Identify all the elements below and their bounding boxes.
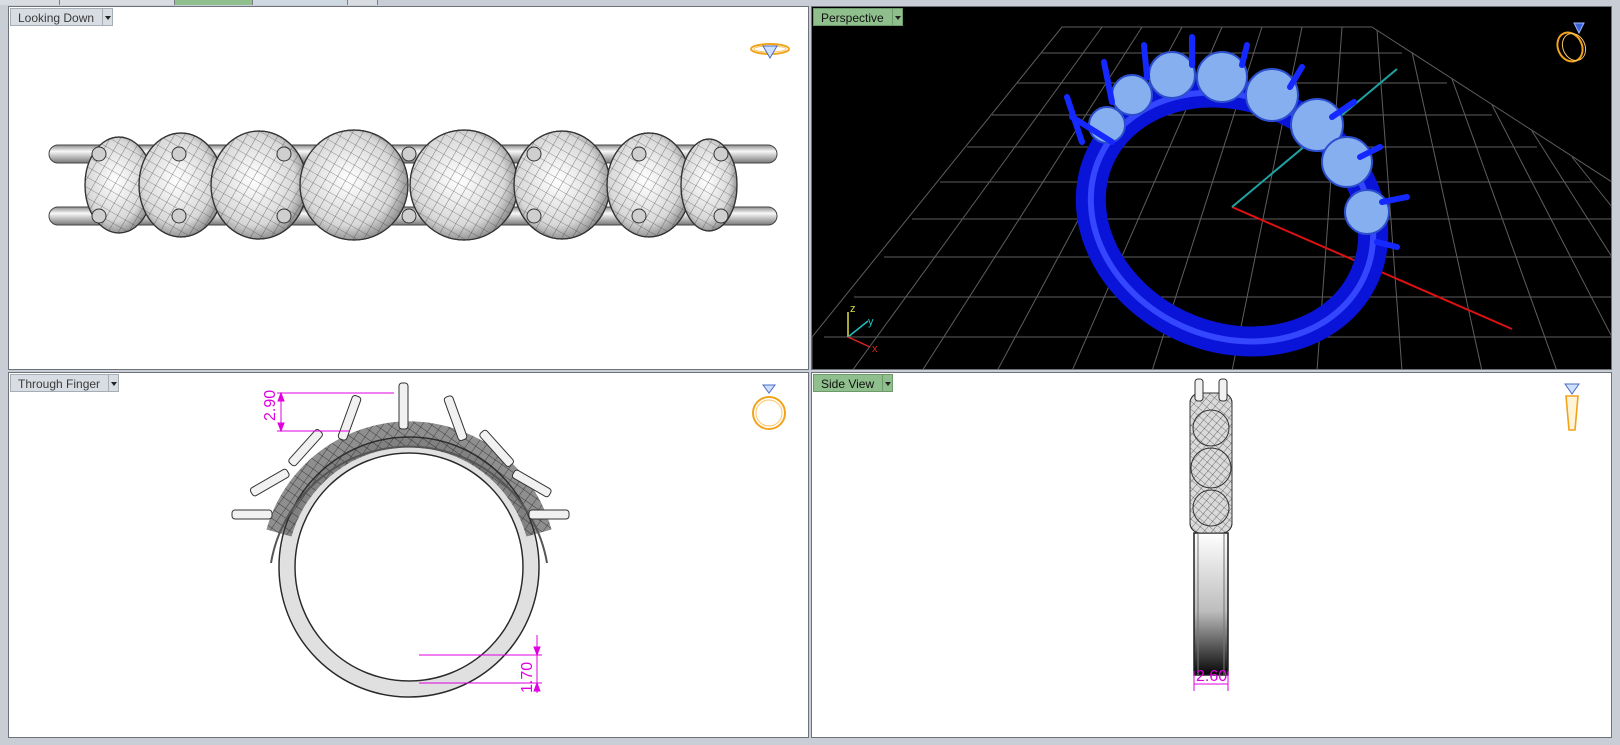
ring-side-orientation-icon: [1564, 383, 1580, 431]
ring-perspective-orientation-icon: [1556, 22, 1587, 63]
viewport-title-bar[interactable]: Side View: [813, 374, 894, 392]
viewport-looking-down[interactable]: Looking Down: [8, 6, 809, 370]
viewport-title[interactable]: Side View: [813, 374, 883, 392]
viewport-title[interactable]: Perspective: [813, 8, 892, 26]
viewport-menu-dropdown[interactable]: [102, 8, 114, 26]
viewport-menu-dropdown[interactable]: [891, 8, 903, 26]
axis-gizmo: z y x: [847, 303, 878, 355]
viewport-side-view[interactable]: Side View 2.60: [811, 372, 1612, 738]
ring-side-view-drawing: 2.60: [1189, 378, 1233, 691]
viewport-title-bar[interactable]: Perspective: [813, 8, 903, 26]
ring-front-view-drawing: 2.90 1.70: [231, 382, 570, 698]
viewport-tab[interactable]: [253, 0, 348, 5]
viewport-menu-dropdown[interactable]: [108, 374, 120, 392]
ring-top-view-drawing: [48, 129, 778, 241]
axis-label-y: y: [868, 316, 874, 328]
viewport-menu-dropdown[interactable]: [882, 374, 894, 392]
rhino-workspace: Looking Down Perspective z y x Through F…: [0, 0, 1620, 745]
blue-ring-model: [1064, 34, 1410, 357]
axis-label-x: x: [872, 343, 878, 355]
viewport-through-finger[interactable]: Through Finger 2.90 1.70: [8, 372, 809, 738]
dimension-shank-width: 2.60: [1196, 668, 1227, 685]
viewport-tab[interactable]: [348, 0, 378, 5]
viewport-title[interactable]: Through Finger: [10, 374, 109, 392]
viewport-tab[interactable]: [0, 0, 60, 5]
ring-front-orientation-icon: [752, 384, 786, 430]
dimension-shank-thickness: 1.70: [519, 662, 536, 693]
viewport-tab[interactable]: [60, 0, 175, 5]
viewport-tab[interactable]: [175, 0, 253, 5]
viewport-title-bar[interactable]: Through Finger: [10, 374, 120, 392]
viewport-title[interactable]: Looking Down: [10, 8, 103, 26]
viewport-perspective[interactable]: Perspective z y x: [811, 6, 1612, 370]
viewport-tabstrip: [0, 0, 1620, 5]
ring-top-orientation-icon: [750, 43, 790, 59]
ring-perspective-drawing: z y x: [812, 26, 1611, 369]
dimension-prong-height: 2.90: [262, 390, 279, 421]
axis-label-z: z: [850, 303, 856, 315]
viewport-title-bar[interactable]: Looking Down: [10, 8, 114, 26]
